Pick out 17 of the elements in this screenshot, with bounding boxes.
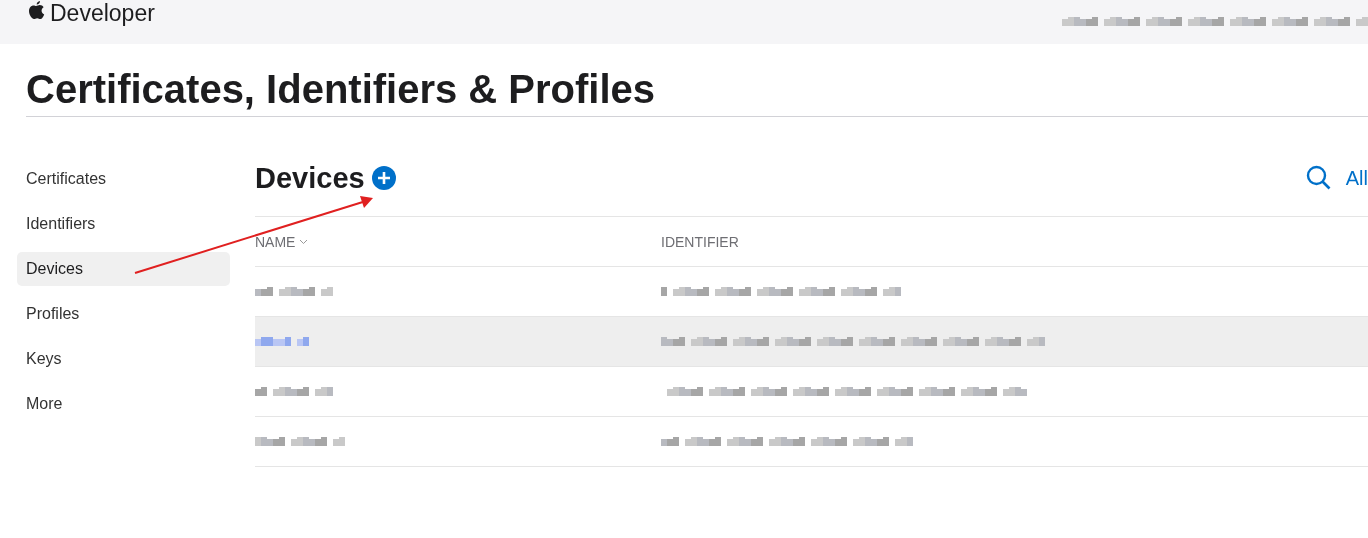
chevron-down-icon[interactable] xyxy=(299,238,309,245)
sidebar-item[interactable]: Identifiers xyxy=(17,207,230,241)
column-header: IDENTIFIER xyxy=(661,233,739,250)
brand-name[interactable]: Developer xyxy=(50,1,155,25)
sidebar-item[interactable]: Profiles xyxy=(17,297,230,331)
sidebar-item[interactable]: Devices xyxy=(17,252,230,286)
add-icon[interactable] xyxy=(371,166,396,190)
apple-logo-icon xyxy=(26,0,46,22)
search-icon[interactable] xyxy=(1305,165,1332,191)
column-header[interactable]: NAME xyxy=(255,233,296,250)
sidebar-item[interactable]: Keys xyxy=(17,342,230,376)
sidebar-item[interactable]: Certificates xyxy=(17,162,230,196)
sidebar-item[interactable]: More xyxy=(17,387,230,421)
page-title: Certificates, Identifiers & Profiles xyxy=(26,66,1368,117)
section-title: Devices xyxy=(255,161,365,195)
filter-link[interactable]: All xyxy=(1345,166,1368,190)
table-row[interactable] xyxy=(255,317,1368,367)
